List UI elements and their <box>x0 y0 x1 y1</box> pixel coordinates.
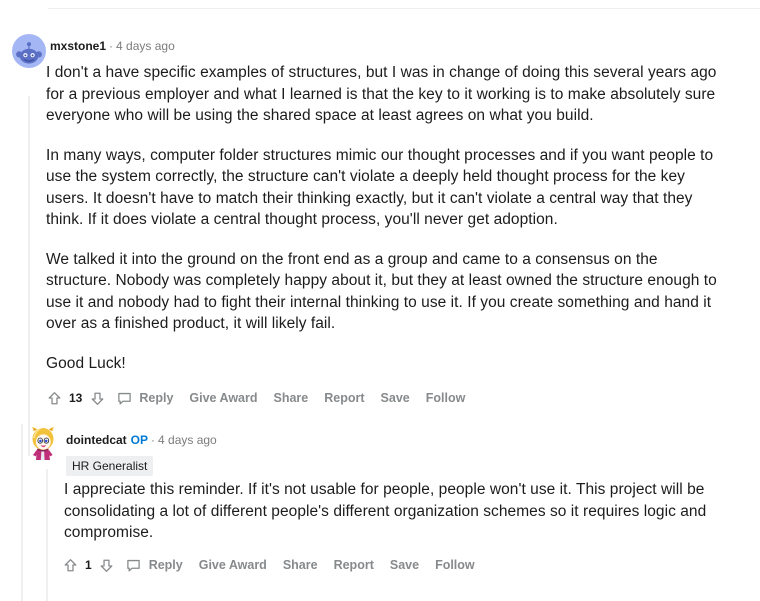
meta-separator: · <box>109 39 114 53</box>
thread-collapse-line-2[interactable] <box>46 469 48 601</box>
save-button[interactable]: Save <box>373 388 418 408</box>
comment-paragraph: Good Luck! <box>46 354 126 372</box>
comment-action-bar-1: 13 Reply Give Award Share Report Save Fo… <box>44 388 473 408</box>
comment-timestamp[interactable]: 4 days ago <box>116 39 175 53</box>
comment-author-link[interactable]: mxstone1 <box>50 39 106 53</box>
comment-paragraph: We talked it into the ground on the fron… <box>46 250 717 333</box>
reply-button[interactable]: Reply <box>135 388 181 408</box>
comment-action-bar-2: 1 Reply Give Award Share Report Save Fol… <box>60 555 483 575</box>
thread-top-divider <box>48 8 760 9</box>
share-button[interactable]: Share <box>266 388 317 408</box>
comment-author-link[interactable]: dointedcat <box>66 433 127 447</box>
reddit-snoo-avatar-icon <box>12 34 46 68</box>
comment-body-2: I appreciate this reminder. If it's not … <box>64 479 728 544</box>
user-flair-row: HR Generalist <box>66 451 154 476</box>
user-flair-badge: HR Generalist <box>66 456 154 476</box>
vote-score: 13 <box>69 391 83 405</box>
thread-collapse-line-1[interactable] <box>28 96 30 456</box>
comment-bubble-icon[interactable] <box>113 388 135 408</box>
vote-score: 1 <box>85 558 92 572</box>
custom-character-avatar-icon <box>27 426 59 462</box>
report-button[interactable]: Report <box>316 388 372 408</box>
comment-bubble-icon[interactable] <box>123 555 145 575</box>
avatar[interactable] <box>12 34 46 68</box>
follow-button[interactable]: Follow <box>427 555 483 575</box>
reddit-comment-thread: mxstone1 · 4 days ago I don't a have speci… <box>0 0 760 601</box>
follow-button[interactable]: Follow <box>418 388 474 408</box>
give-award-button[interactable]: Give Award <box>181 388 265 408</box>
upvote-arrow-icon[interactable] <box>44 388 64 408</box>
report-button[interactable]: Report <box>326 555 382 575</box>
share-button[interactable]: Share <box>275 555 326 575</box>
thread-collapse-line-parent[interactable] <box>21 424 23 601</box>
reply-button[interactable]: Reply <box>145 555 191 575</box>
downvote-arrow-icon[interactable] <box>97 555 117 575</box>
downvote-arrow-icon[interactable] <box>87 388 107 408</box>
comment-header-1: mxstone1 · 4 days ago <box>50 38 175 54</box>
comment-paragraph: In many ways, computer folder structures… <box>46 146 714 229</box>
save-button[interactable]: Save <box>382 555 427 575</box>
comment-timestamp[interactable]: 4 days ago <box>158 433 217 447</box>
avatar[interactable] <box>27 426 59 462</box>
comment-body-1: I don't a have specific examples of stru… <box>46 62 726 374</box>
give-award-button[interactable]: Give Award <box>191 555 275 575</box>
comment-paragraph: I appreciate this reminder. If it's not … <box>64 481 707 541</box>
upvote-arrow-icon[interactable] <box>60 555 80 575</box>
meta-separator: · <box>151 433 156 447</box>
op-badge: OP <box>130 433 149 447</box>
comment-paragraph: I don't a have specific examples of stru… <box>46 64 717 124</box>
comment-header-2: dointedcat OP · 4 days ago <box>66 432 217 448</box>
